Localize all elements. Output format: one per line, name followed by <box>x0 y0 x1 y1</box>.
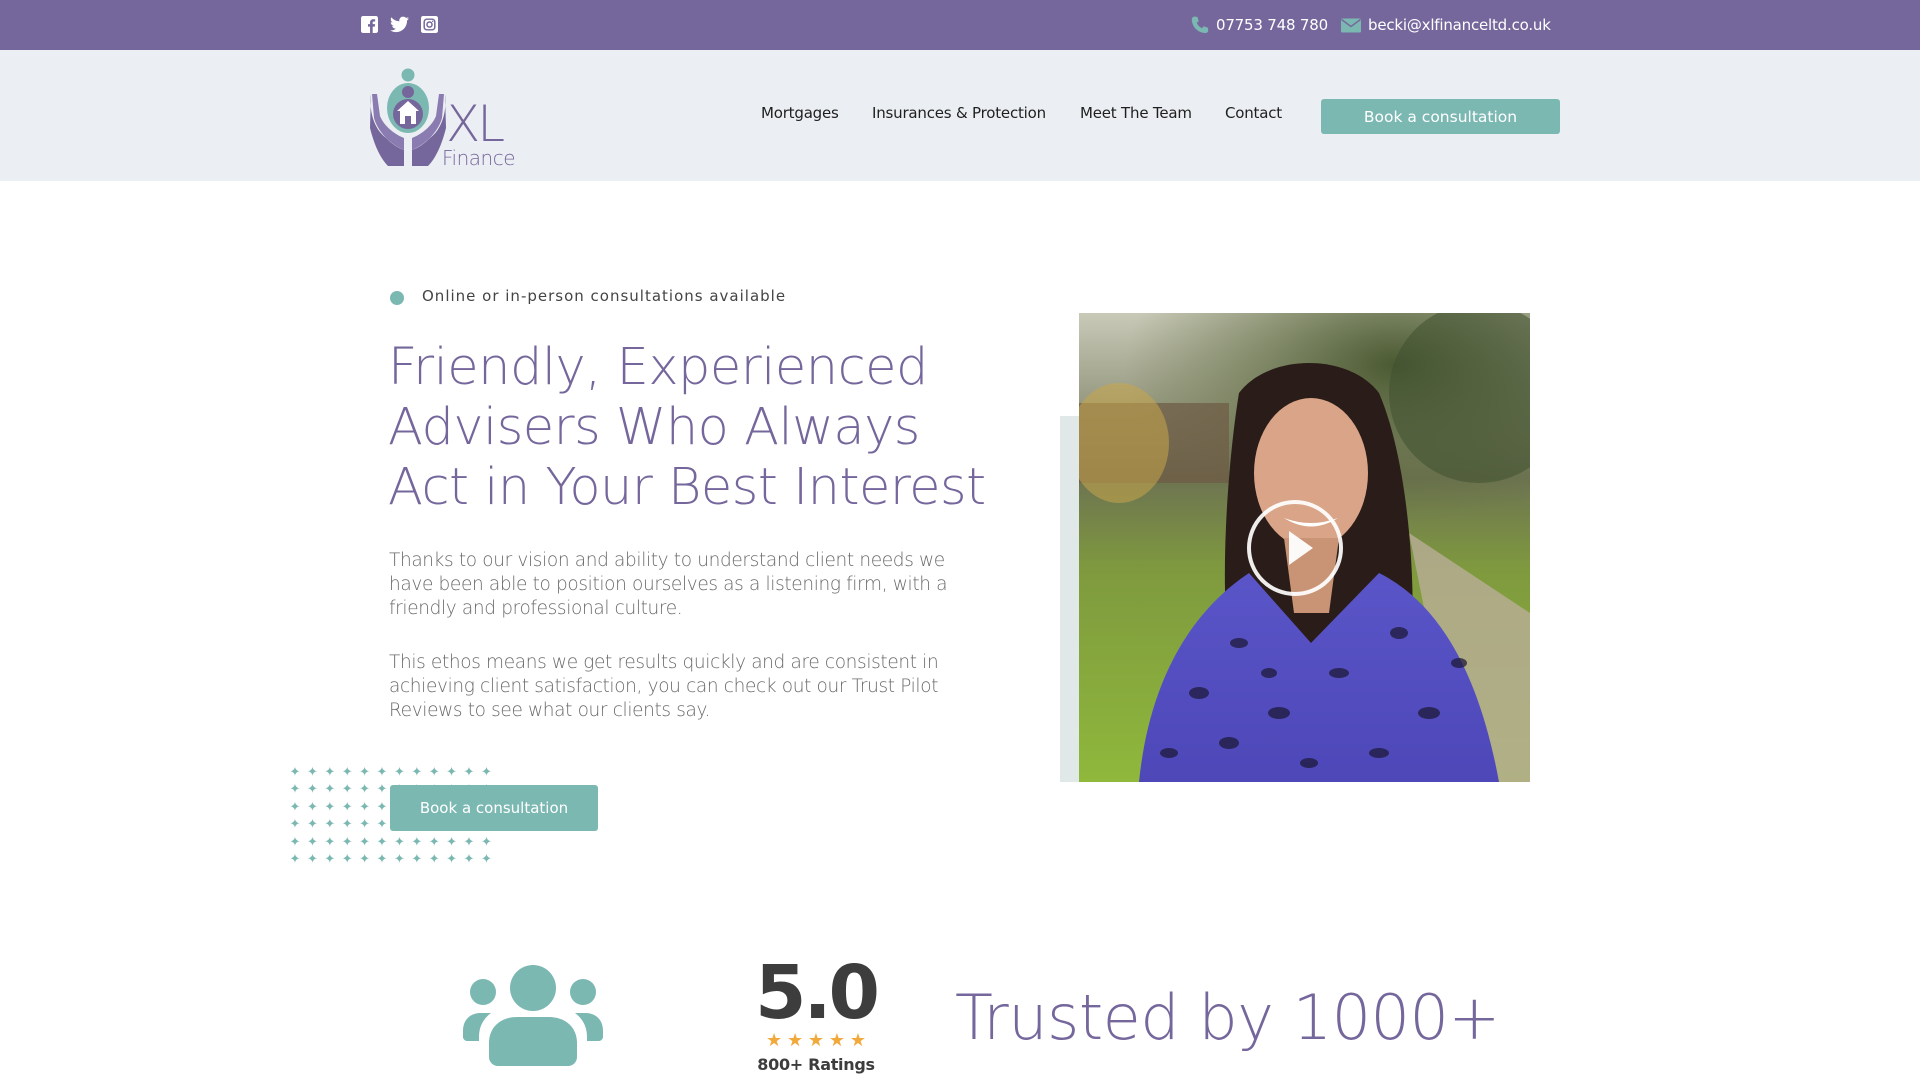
decorative-dot: ✦ <box>463 834 475 850</box>
header-book-consultation-button[interactable]: Book a consultation <box>1321 99 1560 134</box>
facebook-icon[interactable] <box>361 16 378 33</box>
twitter-icon[interactable] <box>390 16 409 33</box>
hero-title-line: Advisers Who Always <box>388 398 920 457</box>
top-bar: 07753 748 780 becki@xlfinanceltd.co.uk <box>0 0 1920 50</box>
decorative-dot: ✦ <box>428 852 440 867</box>
decorative-dot: ✦ <box>306 765 318 780</box>
decorative-dot: ✦ <box>480 834 492 850</box>
rating-stars: ★ ★ ★ ★ ★ <box>766 1031 866 1051</box>
decorative-dot: ✦ <box>324 799 336 815</box>
intro-video-thumbnail[interactable] <box>1079 313 1530 782</box>
decorative-dot: ✦ <box>289 834 301 850</box>
nav-mortgages[interactable]: Mortgages <box>761 104 839 122</box>
instagram-icon[interactable] <box>421 16 438 33</box>
decorative-dot: ✦ <box>324 782 336 798</box>
decorative-dot: ✦ <box>359 852 371 867</box>
logo-finance-text: Finance <box>442 146 515 168</box>
decorative-dot: ✦ <box>428 765 440 780</box>
ratings-count: 800+ Ratings <box>757 1055 875 1074</box>
video-accent-bar <box>1060 416 1080 782</box>
status-dot-icon <box>390 291 404 305</box>
email-icon <box>1340 15 1362 35</box>
decorative-dot: ✦ <box>393 834 405 850</box>
decorative-dot: ✦ <box>411 852 423 867</box>
decorative-dot: ✦ <box>463 852 475 867</box>
play-button[interactable] <box>1247 500 1343 596</box>
site-header: XL Finance Mortgages Insurances & Protec… <box>0 50 1920 181</box>
decorative-dot: ✦ <box>376 852 388 867</box>
decorative-dot: ✦ <box>306 782 318 798</box>
hero-paragraph-ethos: This ethos means we get results quickly … <box>389 652 939 721</box>
decorative-dot: ✦ <box>324 817 336 833</box>
decorative-dot: ✦ <box>393 765 405 780</box>
logo-xl-text: XL <box>446 95 504 153</box>
decorative-dot: ✦ <box>359 782 371 798</box>
decorative-dot: ✦ <box>359 765 371 780</box>
decorative-dot: ✦ <box>393 852 405 867</box>
decorative-dot: ✦ <box>306 799 318 815</box>
decorative-dot: ✦ <box>376 817 388 833</box>
hero-title-line: Friendly, Experienced <box>388 338 928 397</box>
decorative-dot: ✦ <box>306 834 318 850</box>
decorative-dot: ✦ <box>446 852 458 867</box>
decorative-dot: ✦ <box>289 799 301 815</box>
decorative-dot: ✦ <box>341 799 353 815</box>
customers-group-icon <box>463 965 603 1067</box>
decorative-dot: ✦ <box>341 834 353 850</box>
star-icon: ★ <box>849 1030 866 1051</box>
phone-contact[interactable]: 07753 748 780 <box>1190 13 1328 37</box>
decorative-dot: ✦ <box>359 834 371 850</box>
decorative-dot: ✦ <box>463 765 475 780</box>
star-icon: ★ <box>828 1030 845 1051</box>
decorative-dot: ✦ <box>306 852 318 867</box>
email-contact[interactable]: becki@xlfinanceltd.co.uk <box>1340 13 1551 37</box>
decorative-dot: ✦ <box>324 834 336 850</box>
decorative-dot: ✦ <box>341 817 353 833</box>
decorative-dot: ✦ <box>289 817 301 833</box>
decorative-dot: ✦ <box>428 834 440 850</box>
phone-icon <box>1190 15 1210 35</box>
consultation-availability-badge: Online or in-person consultations availa… <box>422 287 787 305</box>
decorative-dot: ✦ <box>480 852 492 867</box>
decorative-dot: ✦ <box>376 834 388 850</box>
rating-value: 5.0 <box>754 950 880 1036</box>
decorative-dot: ✦ <box>359 817 371 833</box>
decorative-dot: ✦ <box>480 765 492 780</box>
xl-finance-logo[interactable]: XL Finance <box>368 64 520 168</box>
star-icon: ★ <box>766 1030 783 1051</box>
decorative-dot: ✦ <box>324 765 336 780</box>
decorative-dot: ✦ <box>411 765 423 780</box>
nav-insurances-protection[interactable]: Insurances & Protection <box>872 104 1046 122</box>
decorative-dot: ✦ <box>376 765 388 780</box>
hero-title: Friendly, Experienced Advisers Who Alway… <box>388 338 1008 518</box>
star-icon: ★ <box>786 1030 804 1051</box>
decorative-dot: ✦ <box>376 782 388 798</box>
decorative-dot: ✦ <box>376 799 388 815</box>
decorative-dot: ✦ <box>446 765 458 780</box>
hero-paragraph-vision: Thanks to our vision and ability to unde… <box>389 550 948 619</box>
decorative-dot: ✦ <box>359 799 371 815</box>
hero-book-consultation-button[interactable]: Book a consultation <box>390 785 598 831</box>
decorative-dot: ✦ <box>306 817 318 833</box>
star-icon: ★ <box>807 1030 825 1051</box>
decorative-dot: ✦ <box>341 782 353 798</box>
email-address: becki@xlfinanceltd.co.uk <box>1368 16 1551 34</box>
decorative-dot: ✦ <box>341 765 353 780</box>
hero-title-line: Act in Your Best Interest <box>388 458 986 517</box>
decorative-dot: ✦ <box>289 765 301 780</box>
decorative-dot: ✦ <box>411 834 423 850</box>
decorative-dot: ✦ <box>324 852 336 867</box>
decorative-dot: ✦ <box>341 852 353 867</box>
decorative-dot: ✦ <box>289 782 301 798</box>
nav-meet-the-team[interactable]: Meet The Team <box>1080 104 1192 122</box>
play-icon <box>1289 531 1313 565</box>
decorative-dot: ✦ <box>446 834 458 850</box>
decorative-dot: ✦ <box>289 852 301 867</box>
trusted-by-heading: Trusted by 1000+ <box>955 981 1500 1054</box>
nav-contact[interactable]: Contact <box>1225 104 1282 122</box>
phone-number: 07753 748 780 <box>1216 16 1328 34</box>
